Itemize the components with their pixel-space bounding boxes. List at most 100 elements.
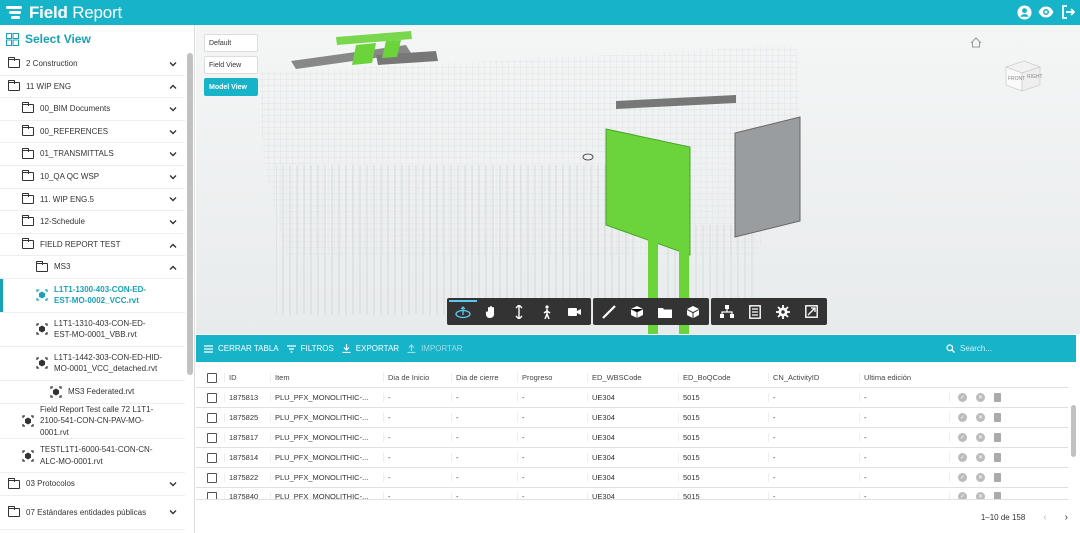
close-table-button[interactable]: CERRAR TABLA bbox=[204, 344, 279, 353]
reject-icon[interactable]: ✕ bbox=[976, 453, 985, 462]
tree-folder-item[interactable]: 07 Estándares entidades públicas bbox=[0, 496, 185, 530]
tree-folder-item[interactable]: 00_REFERENCES bbox=[0, 121, 185, 144]
approve-icon[interactable]: ✓ bbox=[958, 473, 967, 482]
view-button-field-view[interactable]: Field View bbox=[204, 56, 258, 74]
chevron-down-icon[interactable] bbox=[169, 507, 177, 517]
fullscreen-icon[interactable] bbox=[797, 300, 825, 324]
tree-file-item[interactable]: L1T1-1442-303-CON-ED-HID-MO-0001_VCC_det… bbox=[0, 347, 185, 381]
account-icon[interactable] bbox=[1016, 4, 1032, 20]
tree-file-item[interactable]: L1T1-1300-403-CON-ED-EST-MO-0002_VCC.rvt bbox=[0, 278, 185, 313]
properties-icon[interactable] bbox=[741, 300, 769, 324]
app-logo[interactable]: Field Report bbox=[6, 3, 122, 23]
tree-file-item[interactable]: MS3 Federated.rvt bbox=[0, 381, 185, 404]
tree-folder-item[interactable]: FIELD REPORT TEST bbox=[0, 234, 185, 257]
eye-icon[interactable] bbox=[1038, 4, 1054, 20]
table-search-input[interactable]: Search... bbox=[946, 340, 1068, 356]
logout-icon[interactable] bbox=[1060, 4, 1076, 20]
chevron-up-icon[interactable] bbox=[169, 240, 177, 250]
viewcube-right-label[interactable]: RIGHT bbox=[1027, 74, 1043, 80]
filters-button[interactable]: FILTROS bbox=[286, 344, 334, 353]
row-checkbox[interactable] bbox=[207, 492, 217, 499]
dolly-icon[interactable] bbox=[505, 300, 533, 324]
delete-icon[interactable] bbox=[994, 492, 1001, 499]
chevron-down-icon[interactable] bbox=[169, 217, 177, 227]
next-page-button[interactable]: › bbox=[1065, 512, 1068, 523]
prev-page-button[interactable]: ‹ bbox=[1043, 512, 1046, 523]
tree-folder-item[interactable]: 03 Protocolos bbox=[0, 473, 185, 496]
tree-folder-item[interactable]: MS3 bbox=[0, 256, 185, 279]
tree-folder-item[interactable]: 10_QA QC WSP bbox=[0, 166, 185, 189]
row-checkbox[interactable] bbox=[207, 392, 217, 403]
viewcube-front-label[interactable]: FRONT bbox=[1008, 76, 1025, 82]
home-icon[interactable] bbox=[970, 37, 982, 51]
model-browser-icon[interactable] bbox=[679, 300, 707, 324]
column-header[interactable]: ID bbox=[224, 373, 270, 382]
approve-icon[interactable]: ✓ bbox=[958, 413, 967, 422]
table-row[interactable]: 1875817 PLU_PFX_MONOLITHIC-... - - - UE304 501… bbox=[196, 428, 1068, 448]
sidebar-scrollbar[interactable] bbox=[187, 53, 193, 375]
chevron-down-icon[interactable] bbox=[169, 149, 177, 159]
reject-icon[interactable]: ✕ bbox=[976, 413, 985, 422]
chevron-up-icon[interactable] bbox=[169, 262, 177, 272]
approve-icon[interactable]: ✓ bbox=[958, 492, 967, 499]
chevron-down-icon[interactable] bbox=[169, 172, 177, 182]
column-header[interactable]: Item bbox=[270, 373, 383, 382]
viewcube[interactable]: FRONT RIGHT bbox=[1000, 53, 1044, 97]
explode-icon[interactable] bbox=[651, 300, 679, 324]
import-button[interactable]: IMPORTAR bbox=[407, 344, 463, 353]
tree-file-item[interactable]: Field Report Test calle 72 L1T1-2100-541… bbox=[0, 404, 185, 440]
delete-icon[interactable] bbox=[994, 453, 1001, 462]
table-row[interactable]: 1875813 PLU_PFX_MONOLITHIC-... - - - UE304 501… bbox=[196, 388, 1068, 408]
select-all-checkbox[interactable] bbox=[207, 372, 217, 383]
table-row[interactable]: 1875822 PLU_PFX_MONOLITHIC-... - - - UE304 501… bbox=[196, 468, 1068, 488]
tree-folder-item[interactable]: 11 WIP ENG bbox=[0, 76, 185, 99]
table-row[interactable]: 1875814 PLU_PFX_MONOLITHIC-... - - - UE304 501… bbox=[196, 448, 1068, 468]
column-header[interactable]: ED_WBSCode bbox=[587, 373, 678, 382]
row-checkbox[interactable] bbox=[207, 432, 217, 443]
column-header[interactable]: ED_BoQCode bbox=[678, 373, 768, 382]
table-scrollbar[interactable] bbox=[1071, 405, 1076, 457]
column-header[interactable]: Dia de cierre bbox=[451, 373, 517, 382]
row-checkbox[interactable] bbox=[207, 452, 217, 463]
measure-icon[interactable] bbox=[595, 300, 623, 324]
reject-icon[interactable]: ✕ bbox=[976, 473, 985, 482]
tree-folder-item[interactable]: 12-Schedule bbox=[0, 211, 185, 234]
reject-icon[interactable]: ✕ bbox=[976, 492, 985, 499]
column-header[interactable]: CN_ActivityID bbox=[768, 373, 859, 382]
structure-icon[interactable] bbox=[713, 300, 741, 324]
chevron-up-icon[interactable] bbox=[169, 81, 177, 91]
chevron-down-icon[interactable] bbox=[169, 104, 177, 114]
tree-folder-item[interactable]: 01_TRANSMITTALS bbox=[0, 143, 185, 166]
view-button-default[interactable]: Default bbox=[204, 34, 258, 52]
chevron-down-icon[interactable] bbox=[169, 127, 177, 137]
orbit-icon[interactable] bbox=[449, 299, 477, 324]
approve-icon[interactable]: ✓ bbox=[958, 433, 967, 442]
walk-icon[interactable] bbox=[533, 300, 561, 324]
tree-folder-item[interactable]: 11. WIP ENG.5 bbox=[0, 189, 185, 212]
tree-folder-item[interactable]: 00_BIM Documents bbox=[0, 98, 185, 121]
tree-file-item[interactable]: TESTL1T1-6000-541-CON-CN-ALC-MO-0001.rvt bbox=[0, 439, 185, 474]
export-button[interactable]: EXPORTAR bbox=[342, 344, 399, 353]
column-header[interactable]: Ultima edición bbox=[859, 373, 949, 382]
approve-icon[interactable]: ✓ bbox=[958, 393, 967, 402]
camera-icon[interactable] bbox=[561, 300, 589, 324]
reject-icon[interactable]: ✕ bbox=[976, 393, 985, 402]
tree-folder-item[interactable]: 2 Construction bbox=[0, 53, 185, 76]
settings-icon[interactable] bbox=[769, 300, 797, 324]
approve-icon[interactable]: ✓ bbox=[958, 453, 967, 462]
section-icon[interactable] bbox=[623, 300, 651, 324]
chevron-down-icon[interactable] bbox=[169, 479, 177, 489]
chevron-down-icon[interactable] bbox=[169, 194, 177, 204]
pan-icon[interactable] bbox=[477, 300, 505, 324]
delete-icon[interactable] bbox=[994, 413, 1001, 422]
table-row[interactable]: 1875840 PLU_PFX_MONOLITHIC-... - - - UE304 501… bbox=[196, 488, 1068, 500]
table-row[interactable]: 1875825 PLU_PFX_MONOLITHIC-... - - - UE304 501… bbox=[196, 408, 1068, 428]
delete-icon[interactable] bbox=[994, 473, 1001, 482]
tree-file-item[interactable]: L1T1-1310-403-CON-ED-EST-MO-0001_VBB.rvt bbox=[0, 313, 185, 347]
row-checkbox[interactable] bbox=[207, 412, 217, 423]
model-canvas[interactable] bbox=[196, 25, 1080, 334]
row-checkbox[interactable] bbox=[207, 472, 217, 483]
column-header[interactable]: Progreso bbox=[517, 373, 587, 382]
model-viewer[interactable]: Default Field View Model View FRONT RIGHT bbox=[196, 25, 1080, 334]
view-button-model-view[interactable]: Model View bbox=[204, 78, 258, 96]
